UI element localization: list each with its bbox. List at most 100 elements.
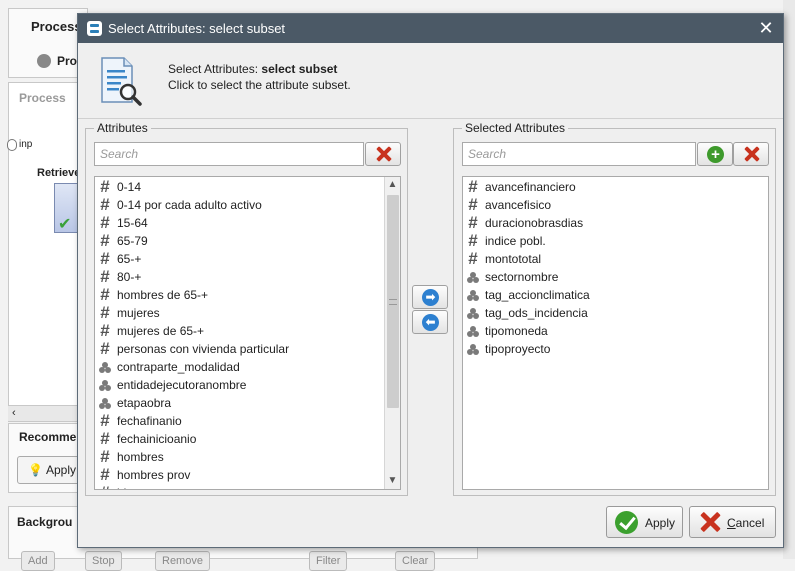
header-description: Click to select the attribute subset. xyxy=(168,78,351,92)
cancel-label-rest: ancel xyxy=(735,516,765,530)
attribute-name: fechafinanio xyxy=(117,414,182,428)
cancel-label-mnemonic: C xyxy=(727,516,736,530)
remove-button[interactable]: Remove xyxy=(155,551,210,571)
process-tab[interactable]: Pro xyxy=(57,54,77,68)
attribute-name: 0-14 xyxy=(117,180,142,194)
attributes-search-input[interactable] xyxy=(94,142,364,166)
cancel-button[interactable]: Cancel xyxy=(689,506,776,538)
scroll-up-icon[interactable]: ▲ xyxy=(385,177,400,193)
nominal-type-icon xyxy=(467,308,479,320)
attributes-list[interactable]: #0-14 #0-14 por cada adulto activo #15-64 #… xyxy=(94,176,401,490)
process-tab-icon xyxy=(37,54,51,68)
filter-button[interactable]: Filter xyxy=(309,551,348,571)
list-item[interactable]: #80-+ xyxy=(95,268,400,286)
list-item[interactable]: # fechafinanio xyxy=(95,412,400,430)
attribute-name: 65-+ xyxy=(117,252,142,266)
list-item[interactable]: #65-+ xyxy=(95,250,400,268)
list-item[interactable]: # indice pobl. xyxy=(463,232,768,250)
attribute-name: tipoproyecto xyxy=(485,342,551,356)
header-title-bold: select subset xyxy=(261,62,338,76)
header-title-prefix: Select Attributes: xyxy=(168,62,262,76)
attributes-group: Attributes #0-14#0-14 por cada adulto ac… xyxy=(85,121,408,496)
canvas-hscrollbar[interactable]: ‹ xyxy=(8,405,88,421)
nominal-type-icon xyxy=(467,272,479,284)
scroll-thumb[interactable] xyxy=(387,195,399,408)
lightbulb-icon: 💡 xyxy=(28,463,43,477)
add-attribute-button[interactable]: + xyxy=(697,142,733,166)
list-item[interactable]: # hombres xyxy=(95,448,400,466)
select-attributes-dialog: Select Attributes: select subset ✕ Selec… xyxy=(77,13,784,548)
apply-button[interactable]: Apply xyxy=(606,506,683,538)
numeric-type-icon: # xyxy=(100,231,110,250)
attribute-name: entidadejecutoranombre xyxy=(117,378,247,392)
check-icon xyxy=(615,511,638,534)
list-item[interactable]: etapaobra xyxy=(95,394,400,412)
list-item[interactable]: # fechainicioanio xyxy=(95,430,400,448)
header-title: Select Attributes: select subset xyxy=(168,62,337,76)
apply-label: Apply xyxy=(645,516,676,530)
scroll-left-icon[interactable]: ‹ xyxy=(12,407,16,419)
input-port-icon[interactable] xyxy=(7,139,17,151)
list-item[interactable]: # avancefinanciero xyxy=(463,178,768,196)
list-item[interactable]: # hombres prov xyxy=(95,466,400,484)
attribute-name: fechainicioanio xyxy=(117,432,197,446)
list-item[interactable]: # montototal xyxy=(463,250,768,268)
list-item[interactable]: #0-14 xyxy=(95,178,400,196)
list-item[interactable]: # avancefisico xyxy=(463,196,768,214)
numeric-type-icon: # xyxy=(100,177,110,196)
close-icon[interactable]: ✕ xyxy=(755,17,777,39)
list-item[interactable]: # mujeres xyxy=(95,304,400,322)
stop-button[interactable]: Stop xyxy=(85,551,122,571)
selected-attributes-list[interactable]: # avancefinanciero # avancefisico # duraciono… xyxy=(462,176,769,490)
numeric-type-icon: # xyxy=(468,249,478,268)
clear-button[interactable]: Clear xyxy=(395,551,436,571)
selected-search-input[interactable] xyxy=(462,142,696,166)
attribute-name: hombres prov xyxy=(117,468,191,482)
plus-icon: + xyxy=(707,146,724,163)
list-item[interactable]: # duracionobrasdias xyxy=(463,214,768,232)
nominal-type-icon xyxy=(467,344,479,356)
arrow-right-icon: ➡ xyxy=(422,289,439,306)
attribute-name: contraparte_modalidad xyxy=(117,360,240,374)
remove-x-icon xyxy=(744,146,760,162)
clear-x-icon xyxy=(376,146,392,162)
move-left-button[interactable]: ⬅ xyxy=(412,310,448,334)
attribute-name: tag_accionclimatica xyxy=(485,288,590,302)
attribute-name: tipomoneda xyxy=(485,324,548,338)
list-item[interactable]: # mujeres de 65-+ xyxy=(95,322,400,340)
attribute-name: mujeres de 65-+ xyxy=(117,324,205,338)
list-item[interactable]: tag_ods_incidencia xyxy=(463,304,768,322)
select-attributes-icon xyxy=(101,57,142,106)
dialog-titlebar[interactable]: Select Attributes: select subset ✕ xyxy=(78,14,783,43)
attribute-name: hombres de 65-+ xyxy=(117,288,209,302)
list-item[interactable]: #0-14 por cada adulto activo xyxy=(95,196,400,214)
numeric-type-icon: # xyxy=(100,213,110,232)
clear-search-button[interactable] xyxy=(365,142,401,166)
cancel-x-icon xyxy=(700,512,720,532)
attribute-name: 15-64 xyxy=(117,216,148,230)
add-button[interactable]: Add xyxy=(21,551,55,571)
list-item[interactable]: #15-64 xyxy=(95,214,400,232)
list-item[interactable]: tag_accionclimatica xyxy=(463,286,768,304)
dialog-title: Select Attributes: select subset xyxy=(108,21,286,36)
list-item[interactable]: contraparte_modalidad xyxy=(95,358,400,376)
scroll-down-icon[interactable]: ▼ xyxy=(385,473,400,489)
list-item[interactable]: tipomoneda xyxy=(463,322,768,340)
numeric-type-icon: # xyxy=(100,429,110,448)
attribute-name: personas con vivienda particular xyxy=(117,342,290,356)
list-item[interactable]: # personas con vivienda particular xyxy=(95,340,400,358)
move-right-button[interactable]: ➡ xyxy=(412,285,448,309)
attribute-name: indice pobl. xyxy=(485,234,546,248)
process-canvas[interactable]: Process inp Retrieve ✔ xyxy=(7,82,88,422)
list-item[interactable]: #65-79 xyxy=(95,232,400,250)
list-item[interactable]: entidadejecutoranombre xyxy=(95,376,400,394)
list-item[interactable]: sectornombre xyxy=(463,268,768,286)
list-item[interactable]: tipoproyecto xyxy=(463,340,768,358)
list-item[interactable]: # idproyecto xyxy=(95,484,400,490)
attributes-scrollbar[interactable]: ▲ ▼ xyxy=(384,177,400,489)
list-item[interactable]: # hombres de 65-+ xyxy=(95,286,400,304)
nominal-type-icon xyxy=(99,380,111,392)
numeric-type-icon: # xyxy=(468,231,478,250)
attribute-name: 65-79 xyxy=(117,234,148,248)
remove-attribute-button[interactable] xyxy=(733,142,769,166)
